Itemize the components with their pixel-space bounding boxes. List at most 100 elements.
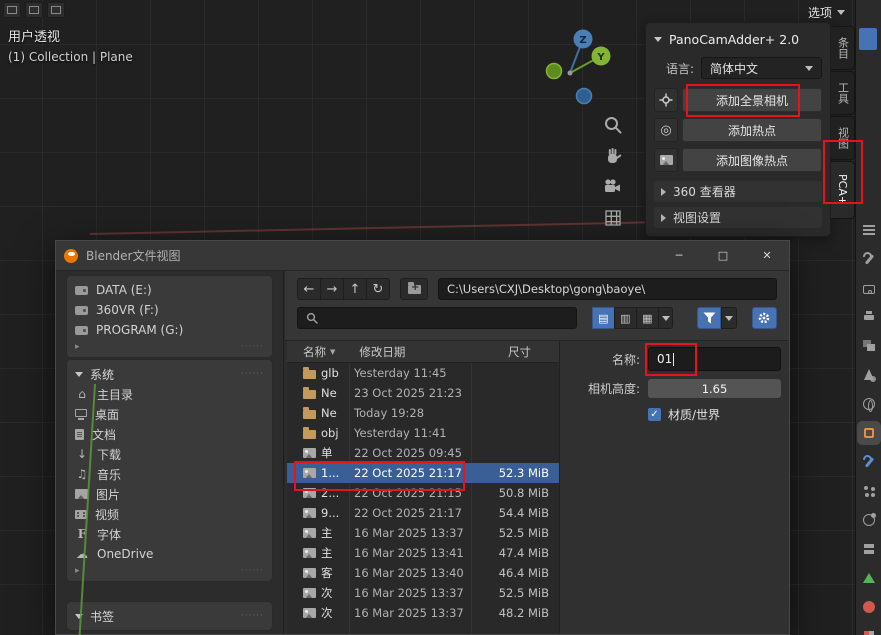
zoom-tool-button[interactable]: [600, 112, 626, 138]
viewport-shading-icon[interactable]: [25, 2, 43, 18]
properties-tab-editor[interactable]: [861, 222, 877, 238]
file-row[interactable]: objYesterday 11:41: [287, 423, 559, 443]
system-panel-header[interactable]: 系统 ······: [67, 364, 272, 384]
drag-handle-icon[interactable]: ······: [241, 611, 264, 621]
properties-tab-output[interactable]: [861, 309, 877, 325]
npanel-tab-tool[interactable]: 工具: [831, 71, 855, 115]
properties-tab-modifiers[interactable]: [861, 454, 877, 470]
file-row[interactable]: 2...22 Oct 2025 21:1550.8 MiB: [287, 483, 559, 503]
options-menu[interactable]: 选项: [804, 2, 849, 23]
sidebar-item-video[interactable]: 视频: [67, 504, 272, 524]
file-row[interactable]: 1...22 Oct 2025 21:1752.3 MiB: [287, 463, 559, 483]
filter-dropdown[interactable]: [721, 307, 736, 329]
properties-tab-physics[interactable]: [861, 512, 877, 528]
column-header-date[interactable]: 修改日期: [359, 344, 405, 360]
sidebar-item-music[interactable]: ♫音乐: [67, 464, 272, 484]
volume-item[interactable]: PROGRAM (G:): [67, 320, 272, 340]
expand-icon[interactable]: ▸: [75, 342, 80, 352]
viewport-overlays-icon[interactable]: [47, 2, 65, 18]
sidebar-item-home[interactable]: ⌂主目录: [67, 384, 272, 404]
sidebar-item-documents[interactable]: 文档: [67, 424, 272, 444]
close-button[interactable]: ✕: [745, 241, 789, 271]
sidebar-item-pictures[interactable]: 图片: [67, 484, 272, 504]
folder-icon: [303, 390, 316, 399]
navigation-gizmo[interactable]: Z Y: [538, 26, 630, 110]
add-image-hotspot-button[interactable]: 添加图像热点: [682, 148, 822, 172]
npanel-tab-pca[interactable]: PCA+: [831, 161, 855, 219]
file-row[interactable]: 主16 Mar 2025 13:4147.4 MiB: [287, 543, 559, 563]
file-row[interactable]: glbYesterday 11:45: [287, 363, 559, 383]
display-mode-list-vertical-button[interactable]: ▤: [592, 307, 615, 329]
file-name: 9...: [321, 506, 350, 520]
add-panorama-camera-button[interactable]: 添加全景相机: [682, 88, 822, 112]
add-hotspot-icon-button[interactable]: ◎: [654, 118, 678, 142]
file-row[interactable]: 次16 Mar 2025 13:3752.5 MiB: [287, 583, 559, 603]
file-row[interactable]: NeToday 19:28: [287, 403, 559, 423]
bookmarks-panel-header[interactable]: 书签 ······: [67, 606, 272, 626]
file-row[interactable]: 主16 Mar 2025 13:3752.5 MiB: [287, 523, 559, 543]
search-input[interactable]: [297, 307, 577, 329]
volume-item[interactable]: DATA (E:): [67, 280, 272, 300]
display-mode-dropdown[interactable]: [658, 307, 673, 329]
sidebar-item-desktop[interactable]: 桌面: [67, 404, 272, 424]
properties-tab-world[interactable]: [861, 396, 877, 412]
sidebar-item-download[interactable]: ↓下载: [67, 444, 272, 464]
add-camera-icon-button[interactable]: [654, 88, 678, 112]
npanel-tab-view[interactable]: 视图: [831, 116, 855, 160]
forward-button[interactable]: →: [320, 278, 344, 300]
properties-tab-scene[interactable]: [861, 367, 877, 383]
maximize-button[interactable]: □: [701, 241, 745, 271]
properties-tab-tool[interactable]: [861, 251, 877, 267]
properties-tab-object[interactable]: [861, 425, 877, 441]
drag-handle-icon[interactable]: ······: [241, 369, 264, 379]
drag-handle-icon[interactable]: ······: [241, 342, 264, 352]
panel-header[interactable]: PanoCamAdder+ 2.0: [654, 29, 822, 49]
path-field[interactable]: C:\Users\CXJ\Desktop\gong\baoye\: [438, 278, 777, 300]
properties-tab-object-data[interactable]: [861, 570, 877, 586]
filter-settings-button[interactable]: [752, 307, 777, 329]
sidebar-item-cloud[interactable]: ☁OneDrive: [67, 544, 272, 564]
file-row[interactable]: 单22 Oct 2025 09:45: [287, 443, 559, 463]
section-360-viewer[interactable]: 360 查看器: [654, 181, 822, 202]
material-world-checkbox[interactable]: ✓: [648, 408, 661, 421]
camera-view-button[interactable]: [600, 174, 626, 200]
properties-editor-type-icon[interactable]: [859, 28, 877, 50]
properties-tab-texture[interactable]: [861, 628, 877, 635]
up-button[interactable]: ↑: [343, 278, 367, 300]
gizmo-neg-y-axis[interactable]: [547, 64, 562, 79]
refresh-button[interactable]: ↻: [366, 278, 390, 300]
filter-button[interactable]: [697, 307, 721, 329]
properties-tab-material[interactable]: [861, 599, 877, 615]
properties-tab-particles[interactable]: [861, 483, 877, 499]
section-view-settings[interactable]: 视图设置: [654, 207, 822, 228]
file-row[interactable]: 客16 Mar 2025 13:4046.4 MiB: [287, 563, 559, 583]
properties-tab-constraints[interactable]: [861, 541, 877, 557]
toggle-grid-button[interactable]: [600, 205, 626, 231]
add-hotspot-button[interactable]: 添加热点: [682, 118, 822, 142]
display-mode-thumbnails-button[interactable]: ▦: [636, 307, 659, 329]
create-directory-button[interactable]: [400, 278, 428, 300]
column-header-name[interactable]: 名称 ▼: [303, 344, 335, 360]
npanel-tab-item[interactable]: 条目: [831, 26, 855, 70]
file-name-input[interactable]: 01: [648, 347, 781, 371]
sidebar-item-fonts[interactable]: F字体: [67, 524, 272, 544]
file-row[interactable]: 次16 Mar 2025 13:3748.2 MiB: [287, 603, 559, 623]
camera-height-field[interactable]: 1.65: [648, 379, 781, 398]
window-titlebar[interactable]: Blender文件视图 ─ □ ✕: [56, 241, 789, 271]
column-header-size[interactable]: 尺寸: [508, 344, 531, 360]
expand-icon[interactable]: ▸: [75, 566, 80, 576]
editor-type-icon[interactable]: [3, 2, 21, 18]
display-mode-list-horizontal-button[interactable]: ▥: [614, 307, 637, 329]
back-button[interactable]: ←: [297, 278, 321, 300]
language-dropdown[interactable]: 简体中文: [701, 57, 822, 79]
properties-tab-view-layer[interactable]: [861, 338, 877, 354]
minimize-button[interactable]: ─: [657, 241, 701, 271]
file-row[interactable]: 9...22 Oct 2025 21:1754.4 MiB: [287, 503, 559, 523]
file-row[interactable]: Ne23 Oct 2025 21:23: [287, 383, 559, 403]
add-image-hotspot-icon-button[interactable]: [654, 148, 678, 172]
drag-handle-icon[interactable]: ······: [241, 566, 264, 576]
volume-item[interactable]: 360VR (F:): [67, 300, 272, 320]
gizmo-neg-z-axis[interactable]: [577, 89, 592, 104]
pan-tool-button[interactable]: [600, 143, 626, 169]
properties-tab-render[interactable]: [861, 280, 877, 296]
